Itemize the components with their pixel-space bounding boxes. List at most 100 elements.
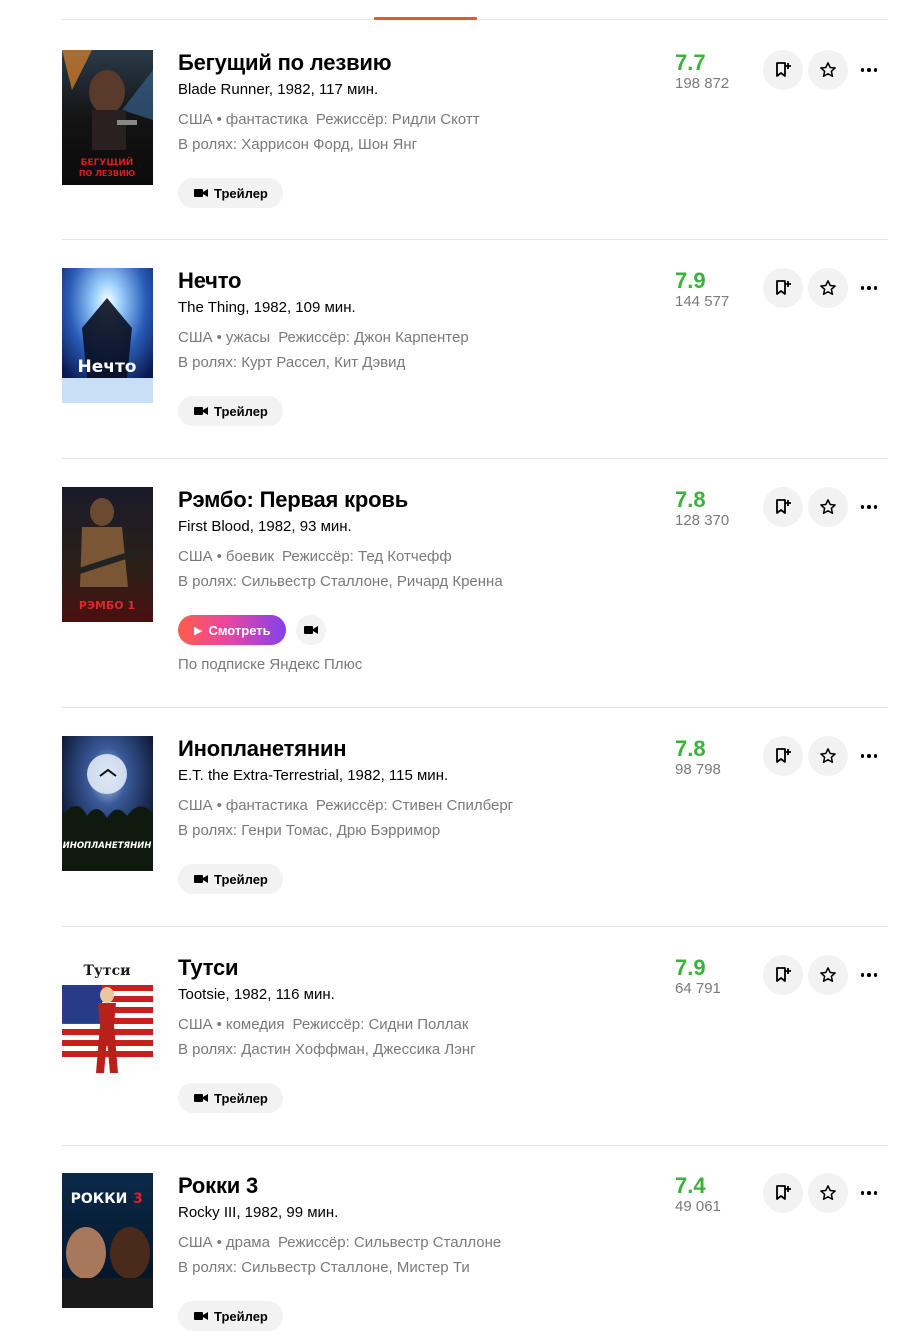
video-camera-icon [194, 407, 208, 415]
film-poster[interactable]: Нечто [62, 268, 153, 403]
more-dots-icon [860, 505, 865, 509]
poster-title-art: ИНОПЛАНЕТЯНИН [63, 841, 152, 851]
film-director[interactable]: Режиссёр: Джон Карпентер [278, 329, 469, 346]
rating-score: 7.8 [675, 487, 706, 512]
active-tab-indicator [374, 17, 477, 20]
film-title[interactable]: Инопланетянин [178, 736, 648, 762]
film-cast: В ролях: Харрисон Форд, Шон Янг [178, 136, 418, 153]
video-camera-icon [194, 1312, 208, 1320]
trailer-button[interactable]: Трейлер [178, 396, 283, 426]
film-original-title: Tootsie, 1982, 116 мин. [178, 986, 335, 1003]
film-info: Бегущий по лезвию Blade Runner, 1982, 11… [178, 50, 648, 155]
film-meta: США • фантастика Режиссёр: Стивен Спилберг [178, 797, 514, 814]
film-title[interactable]: Рокки 3 [178, 1173, 648, 1199]
film-poster[interactable]: Тутси [62, 955, 153, 1090]
item-divider [62, 239, 888, 240]
more-options-button[interactable] [854, 50, 884, 90]
star-icon [820, 280, 836, 295]
rating-score: 7.8 [675, 736, 706, 761]
rate-star-button[interactable] [808, 268, 848, 308]
film-poster[interactable]: РЭМБО 1 [62, 487, 153, 622]
more-dots-icon [860, 754, 865, 758]
rate-star-button[interactable] [808, 487, 848, 527]
rating-votes: 128 370 [675, 512, 730, 529]
film-meta: США • ужасы Режиссёр: Джон Карпентер [178, 329, 469, 346]
more-options-button[interactable] [854, 1173, 884, 1213]
film-rating: 7.4 49 061 [675, 1173, 721, 1217]
item-divider [62, 1145, 888, 1146]
rating-score: 7.9 [675, 955, 706, 980]
add-to-folder-button[interactable] [763, 1173, 803, 1213]
add-to-folder-button[interactable] [763, 487, 803, 527]
rating-votes: 64 791 [675, 980, 721, 997]
add-to-folder-icon [776, 499, 791, 514]
film-title[interactable]: Тутси [178, 955, 648, 981]
trailer-icon-button[interactable] [296, 615, 326, 645]
film-item: ИНОПЛАНЕТЯНИН Инопланетянин E.T. the Ext… [62, 736, 888, 927]
rate-star-button[interactable] [808, 50, 848, 90]
film-country: США [178, 1016, 213, 1033]
watch-button[interactable]: ▶ Смотреть [178, 615, 286, 645]
film-cast: В ролях: Дастин Хоффман, Джессика Лэнг [178, 1041, 476, 1058]
rate-star-button[interactable] [808, 955, 848, 995]
item-divider [62, 458, 888, 459]
film-title[interactable]: Рэмбо: Первая кровь [178, 487, 648, 513]
film-director[interactable]: Режиссёр: Ридли Скотт [316, 111, 480, 128]
film-country: США [178, 329, 213, 346]
add-to-folder-button[interactable] [763, 955, 803, 995]
poster-title-art: РОККИ [71, 1191, 128, 1207]
rate-star-button[interactable] [808, 1173, 848, 1213]
item-divider [62, 707, 888, 708]
star-icon [820, 499, 836, 514]
film-item: Тутси Тутси Tootsie, 1982, 116 мин. США •… [62, 955, 888, 1146]
trailer-label: Трейлер [214, 185, 268, 201]
rating-votes: 144 577 [675, 293, 730, 310]
film-rating: 7.9 64 791 [675, 955, 721, 999]
video-camera-icon [194, 875, 208, 883]
film-item: Нечто Нечто The Thing, 1982, 109 мин. СШ… [62, 268, 888, 459]
rating-score: 7.4 [675, 1173, 706, 1198]
rating-votes: 98 798 [675, 761, 721, 778]
rate-star-button[interactable] [808, 736, 848, 776]
trailer-button[interactable]: Трейлер [178, 1083, 283, 1113]
trailer-label: Трейлер [214, 1308, 268, 1324]
film-director[interactable]: Режиссёр: Сидни Поллак [293, 1016, 469, 1033]
star-icon [820, 1185, 836, 1200]
trailer-button[interactable]: Трейлер [178, 1301, 283, 1331]
film-genre: боевик [225, 548, 275, 565]
play-icon: ▶ [194, 624, 203, 637]
film-poster[interactable]: РОККИ 3 [62, 1173, 153, 1308]
film-poster[interactable]: БЕГУЩИЙ ПО ЛЕЗВИЮ [62, 50, 153, 185]
add-to-folder-button[interactable] [763, 736, 803, 776]
rating-votes: 198 872 [675, 75, 730, 92]
add-to-folder-icon [776, 62, 791, 77]
film-info: Рокки 3 Rocky III, 1982, 99 мин. США • дра… [178, 1173, 648, 1278]
film-director[interactable]: Режиссёр: Сильвестр Сталлоне [278, 1234, 501, 1251]
trailer-label: Трейлер [214, 403, 268, 419]
video-camera-icon [194, 1094, 208, 1102]
add-to-folder-icon [776, 1185, 791, 1200]
film-original-title: E.T. the Extra-Terrestrial, 1982, 115 ми… [178, 767, 449, 784]
rating-score: 7.7 [675, 50, 706, 75]
film-genre: драма [225, 1234, 270, 1251]
film-director[interactable]: Режиссёр: Тед Котчефф [282, 548, 452, 565]
more-options-button[interactable] [854, 487, 884, 527]
more-dots-icon [860, 973, 865, 977]
film-rating: 7.9 144 577 [675, 268, 729, 312]
add-to-folder-button[interactable] [763, 268, 803, 308]
film-title[interactable]: Нечто [178, 268, 648, 294]
more-options-button[interactable] [854, 955, 884, 995]
trailer-button[interactable]: Трейлер [178, 864, 283, 894]
film-rating: 7.7 198 872 [675, 50, 729, 94]
video-camera-icon [194, 189, 208, 197]
film-title[interactable]: Бегущий по лезвию [178, 50, 648, 76]
add-to-folder-icon [776, 967, 791, 982]
film-meta: США • боевик Режиссёр: Тед Котчефф [178, 548, 452, 565]
trailer-button[interactable]: Трейлер [178, 178, 283, 208]
more-options-button[interactable] [854, 268, 884, 308]
film-poster[interactable]: ИНОПЛАНЕТЯНИН [62, 736, 153, 871]
film-director[interactable]: Режиссёр: Стивен Спилберг [316, 797, 513, 814]
more-options-button[interactable] [854, 736, 884, 776]
watch-label: Смотреть [208, 622, 271, 638]
add-to-folder-button[interactable] [763, 50, 803, 90]
